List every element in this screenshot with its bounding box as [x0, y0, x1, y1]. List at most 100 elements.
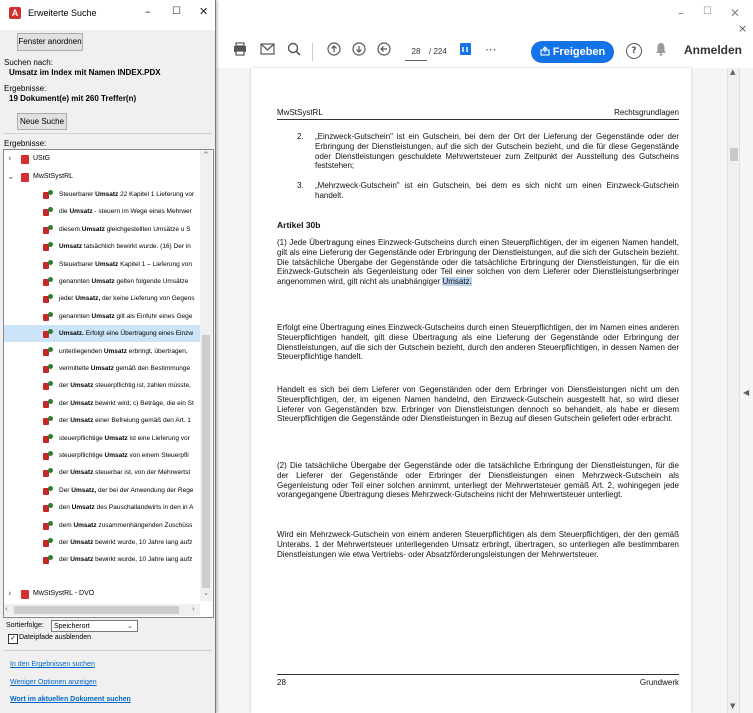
- arrange-windows-button[interactable]: Fenster anordnen: [17, 33, 83, 51]
- result-item[interactable]: Der Umsatz, der bei der Anwendung der Re…: [4, 482, 200, 499]
- viewer-close-button[interactable]: ✕: [730, 6, 740, 20]
- result-item[interactable]: steuerpflichtige Umsatz ist eine Lieferu…: [4, 430, 200, 447]
- snippet-hit: Umsatz: [90, 365, 114, 372]
- bell-icon[interactable]: [655, 42, 667, 61]
- sort-value: Speicherort: [54, 623, 90, 630]
- result-snippet: die Umsatz - steuern im Wege eines Mehrw…: [59, 203, 192, 220]
- search-hit-icon: [43, 503, 53, 513]
- result-item[interactable]: die Umsatz - steuern im Wege eines Mehrw…: [4, 203, 200, 220]
- page-header-left: MwStSystRL: [277, 108, 323, 117]
- viewer-maximize-button[interactable]: ☐: [703, 6, 712, 17]
- paragraph: Erfolgt eine Übertragung eines Einzweck-…: [277, 323, 679, 362]
- new-search-button[interactable]: Neue Suche: [17, 113, 67, 130]
- fit-page-icon[interactable]: [459, 42, 472, 61]
- help-icon[interactable]: ?: [626, 43, 642, 59]
- snippet-hit: Umsatz: [104, 434, 128, 442]
- results-horizontal-scrollbar[interactable]: ‹ ›: [4, 604, 200, 616]
- search-hit-icon: [43, 555, 53, 565]
- search-icon[interactable]: [287, 42, 301, 61]
- expand-icon[interactable]: ›: [8, 152, 12, 166]
- results-tree[interactable]: › UStG ⌄ MwStSystRL Steuerbarer Umsatz 2…: [3, 149, 214, 618]
- snippet-suffix: von einem Steuerpfli: [127, 452, 189, 459]
- document-area[interactable]: MwStSystRL Rechtsgrundlagen 2. „Einzweck…: [215, 68, 727, 713]
- mail-icon[interactable]: [260, 42, 275, 60]
- tree-node-mwstsystrl[interactable]: ⌄ MwStSystRL: [4, 170, 200, 184]
- result-snippet: Steuerbarer Umsatz 22 Kapitel 1 Lieferun…: [59, 186, 194, 203]
- close-button[interactable]: ✕: [199, 5, 208, 18]
- sort-label: Sortierfolge:: [6, 622, 44, 629]
- maximize-button[interactable]: ☐: [172, 6, 181, 17]
- sort-select[interactable]: Speicherort ⌄: [51, 620, 138, 632]
- scroll-down-icon[interactable]: ⌄: [203, 589, 209, 597]
- list-item: 3. „Mehrzweck-Gutschein" ist ein Gutsche…: [277, 181, 679, 201]
- result-item[interactable]: vermittelte Umsatz gemäß den Bestimmunge: [4, 360, 200, 377]
- result-item[interactable]: diesem Umsatz gleichgestellten Umsätze u…: [4, 221, 200, 238]
- result-item[interactable]: steuerpflichtige Umsatz von einem Steuer…: [4, 447, 200, 464]
- snippet-hit: Umsatz.: [59, 330, 84, 338]
- result-item[interactable]: der Umsatz bewirkt wurde, 10 Jahre lang …: [4, 534, 200, 551]
- scroll-up-icon[interactable]: ^: [203, 151, 209, 159]
- collapse-icon[interactable]: ⌄: [7, 170, 15, 184]
- fewer-options-link[interactable]: Weniger Optionen anzeigen: [10, 679, 97, 686]
- scroll-right-icon[interactable]: ›: [192, 605, 195, 613]
- search-hit-icon: [43, 346, 53, 356]
- page-up-icon[interactable]: [327, 42, 341, 61]
- page-number-input[interactable]: 28: [405, 44, 427, 61]
- snippet-hit: Umsatz: [70, 417, 94, 425]
- result-item[interactable]: genannten Umsatz gelten folgende Umsätze: [4, 273, 200, 290]
- expand-icon[interactable]: ›: [8, 587, 12, 601]
- scroll-up-icon[interactable]: ▲: [730, 68, 735, 76]
- result-snippet: steuerpflichtige Umsatz von einem Steuer…: [59, 447, 189, 464]
- scrollbar-thumb[interactable]: [202, 335, 210, 588]
- right-panel-toggle[interactable]: ◀: [739, 68, 753, 713]
- result-item[interactable]: der Umsatz steuerbar ist, von der Mehrwe…: [4, 464, 200, 481]
- result-snippet: dem Umsatz zusammenhängenden Zuschüss: [59, 517, 192, 534]
- search-hit-icon: [43, 259, 53, 269]
- result-item[interactable]: Umsatz tatsächlich bewirkt wurde. (16) D…: [4, 238, 200, 255]
- result-snippet: unterliegenden Umsatz erbringt, übertrag…: [59, 343, 188, 360]
- result-item[interactable]: der Umsatz bewirkt wird; c) Beträge, die…: [4, 395, 200, 412]
- scroll-left-icon[interactable]: ‹: [5, 605, 8, 613]
- snippet-prefix: steuerpflichtige: [59, 452, 105, 459]
- tree-node-mwstsystrl-dvo[interactable]: › MwStSystRL - DVO: [4, 587, 200, 601]
- back-icon[interactable]: [377, 42, 391, 61]
- snippet-suffix: 22 Kapitel 1 Lieferung vor: [118, 191, 195, 198]
- snippet-hit: Umsatz: [81, 225, 105, 233]
- search-hit-icon: [43, 224, 53, 234]
- result-item[interactable]: genannten Umsatz gilt als Einfuhr eines …: [4, 308, 200, 325]
- pdf-icon: [21, 155, 29, 164]
- tree-node-ustg[interactable]: › UStG: [4, 152, 200, 166]
- search-highlight: Umsatz.: [442, 277, 472, 287]
- result-item[interactable]: der Umsatz einer Befreiung gemäß den Art…: [4, 412, 200, 429]
- minimize-button[interactable]: –: [145, 5, 151, 18]
- more-tools-icon[interactable]: ···: [485, 41, 496, 59]
- result-item[interactable]: dem Umsatz zusammenhängenden Zuschüss: [4, 517, 200, 534]
- hide-paths-checkbox[interactable]: ✓: [8, 634, 18, 644]
- result-item[interactable]: den Umsatz des Pauschallandwirts in den …: [4, 499, 200, 516]
- results-vertical-scrollbar[interactable]: ^ ⌄: [200, 150, 212, 601]
- share-button[interactable]: Freigeben: [531, 41, 614, 63]
- result-snippet: genannten Umsatz gilt als Einfuhr eines …: [59, 308, 192, 325]
- print-icon[interactable]: [233, 42, 247, 61]
- result-item[interactable]: Steuerbarer Umsatz 22 Kapitel 1 Lieferun…: [4, 186, 200, 203]
- pdf-icon: [21, 173, 29, 182]
- snippet-hit: Umsatz,: [71, 486, 97, 494]
- page-down-icon[interactable]: [352, 42, 366, 61]
- viewer-minimize-button[interactable]: –: [678, 6, 684, 20]
- result-item[interactable]: unterliegenden Umsatz erbringt, übertrag…: [4, 343, 200, 360]
- results-list-label: Ergebnisse:: [4, 139, 47, 148]
- scrollbar-thumb[interactable]: [14, 606, 179, 614]
- result-item[interactable]: der Umsatz steuerpflichtig ist, zahlen m…: [4, 377, 200, 394]
- result-item[interactable]: jeder Umsatz, der keine Lieferung von Ge…: [4, 290, 200, 307]
- scrollbar-thumb[interactable]: [730, 148, 738, 161]
- result-item[interactable]: Umsatz. Erfolgt eine Übertragung eines E…: [4, 325, 200, 343]
- search-in-results-link[interactable]: In den Ergebnissen suchen: [10, 661, 95, 668]
- search-current-document-link[interactable]: Wort im aktuellen Dokument suchen: [10, 696, 131, 703]
- result-item[interactable]: Steuerbarer Umsatz Kapitel 1 – Lieferung…: [4, 256, 200, 273]
- scroll-down-icon[interactable]: ▼: [730, 702, 735, 710]
- result-item[interactable]: der Umsatz bewirkt wurde, 10 Jahre lang …: [4, 551, 200, 568]
- sign-in-button[interactable]: Anmelden: [684, 43, 742, 57]
- expand-panel-icon[interactable]: ◀: [743, 388, 749, 397]
- snippet-prefix: der: [59, 556, 71, 564]
- acrobat-icon: A: [9, 7, 21, 19]
